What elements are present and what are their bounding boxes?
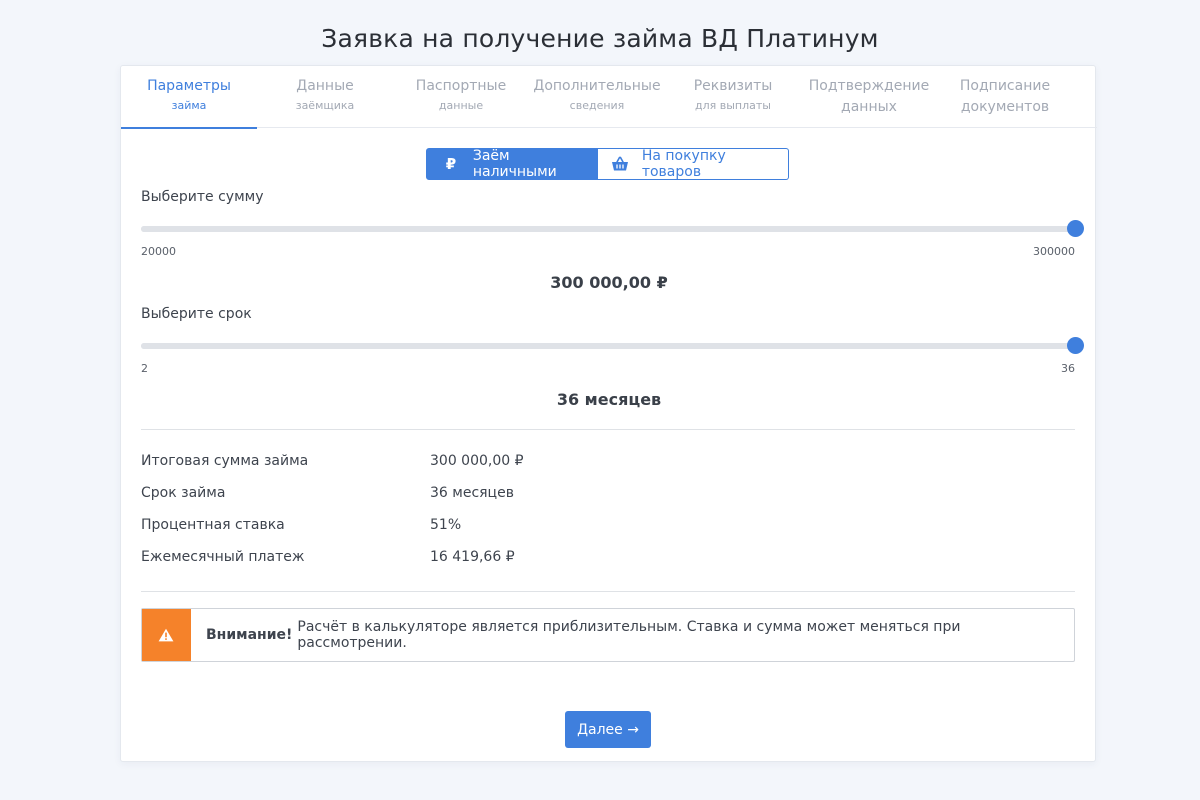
term-value: 36 месяцев [556,390,662,409]
slider-thumb[interactable] [1067,337,1084,354]
amount-value: 300 000,00 ₽ [550,273,668,292]
step-main-label: Параметры [147,78,231,94]
tab-cash-loan[interactable]: ₽ Заём наличными [426,148,598,180]
page-title: Заявка на получение займа ВД Платинум [321,24,879,53]
summary-key: Итоговая сумма займа [141,453,309,469]
basket-icon [610,154,630,174]
tab-goods-purchase[interactable]: На покупку товаров [598,148,789,180]
alert-bold: Внимание! [205,627,293,643]
tab-goods-label: На покупку товаров [641,148,726,180]
alert-text: Расчёт в калькуляторе является приблизит… [297,619,961,651]
summary-key: Процентная ставка [141,517,285,533]
step-main-label: Реквизиты [693,78,773,94]
summary-value: 16 419,66 ₽ [430,549,515,565]
step-main-label: Подписание [959,78,1051,94]
tab-cash-label: Заём наличными [472,148,557,180]
steps-nav: Параметры займа Данные заёмщика Паспортн… [121,66,1097,129]
term-min: 2 [141,362,148,375]
next-button[interactable]: Далее → [565,711,651,748]
warning-alert: Внимание! Расчёт в калькуляторе является… [141,608,1075,662]
step-sub-label: документов [960,99,1050,115]
step-sub-label: займа [171,99,207,112]
step-document-signing[interactable]: Подписание документов [937,66,1073,128]
summary-row-term: Срок займа 36 месяцев [141,485,1075,505]
summary-value: 51% [430,517,462,533]
term-label: Выберите срок [141,306,252,322]
step-passport-data[interactable]: Паспортные данные [393,66,529,128]
loan-type-toggle: ₽ Заём наличными На покупку товаров [426,148,789,180]
amount-slider[interactable] [141,219,1084,239]
summary-row-monthly: Ежемесячный платеж 16 419,66 ₽ [141,549,1075,569]
step-sub-label: для выплаты [695,99,771,112]
divider [141,591,1075,592]
step-loan-params[interactable]: Параметры займа [121,66,257,129]
step-data-confirmation[interactable]: Подтверждение данных [801,66,937,128]
step-main-label: Дополнительные [533,78,661,94]
summary-value: 300 000,00 ₽ [430,453,524,469]
step-additional-info[interactable]: Дополнительные сведения [529,66,665,128]
summary-row-rate: Процентная ставка 51% [141,517,1075,537]
slider-fill [141,343,1075,349]
step-sub-label: данных [841,99,897,115]
amount-max: 300000 [1033,245,1075,258]
summary-key: Ежемесячный платеж [141,549,305,565]
slider-fill [141,226,1075,232]
slider-thumb[interactable] [1067,220,1084,237]
step-sub-label: данные [438,99,484,112]
warning-icon [142,609,191,661]
term-max: 36 [1061,362,1075,375]
divider [141,429,1075,430]
step-main-label: Паспортные [415,78,507,94]
application-card: Параметры займа Данные заёмщика Паспортн… [120,65,1097,762]
step-main-label: Данные [296,78,354,94]
step-borrower-data[interactable]: Данные заёмщика [257,66,393,128]
step-sub-label: сведения [569,99,625,112]
step-sub-label: заёмщика [295,99,355,112]
summary-value: 36 месяцев [430,485,514,501]
amount-min: 20000 [141,245,176,258]
summary-row-total: Итоговая сумма займа 300 000,00 ₽ [141,453,1075,473]
term-slider[interactable] [141,336,1084,356]
summary-key: Срок займа [141,485,226,501]
amount-label: Выберите сумму [141,189,264,205]
ruble-icon: ₽ [445,155,457,173]
step-payout-details[interactable]: Реквизиты для выплаты [665,66,801,128]
alert-message: Внимание! Расчёт в калькуляторе является… [191,609,1074,661]
step-main-label: Подтверждение [808,78,930,94]
